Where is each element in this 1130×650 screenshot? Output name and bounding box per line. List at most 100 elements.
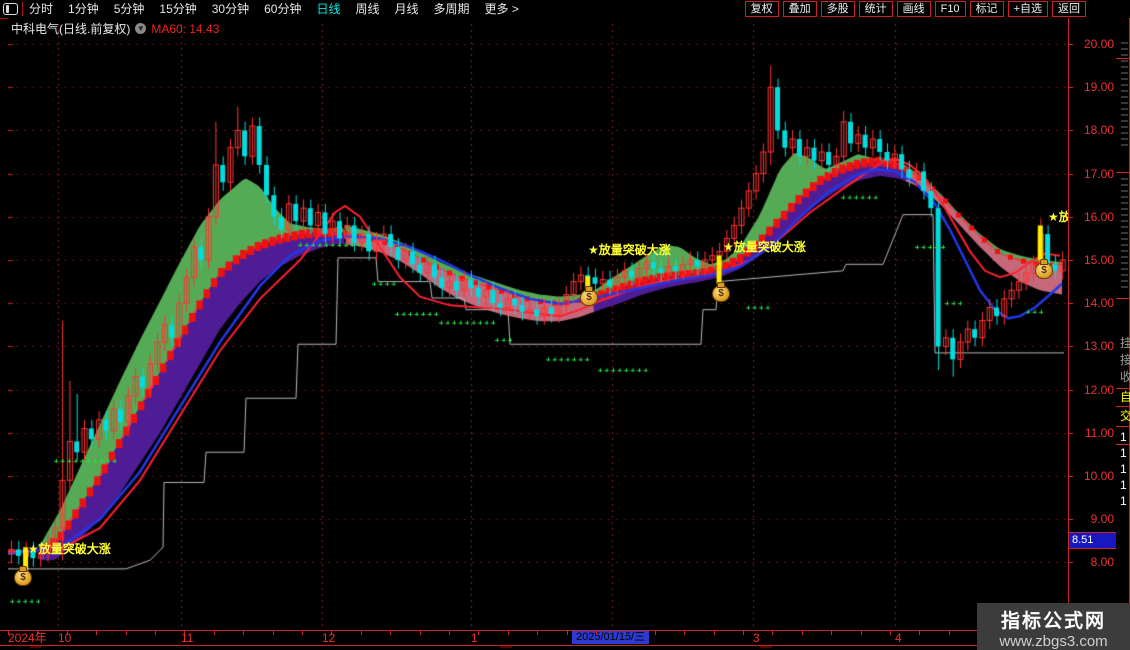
price-axis-label: 10.00 <box>1083 469 1114 483</box>
toolbar-button-6[interactable]: 标记 <box>969 1 1004 17</box>
price-highlight-badge: 8.51 <box>1069 532 1118 550</box>
symbol-title: 中科电气(日线.前复权) <box>11 22 131 36</box>
strip-divider <box>1116 444 1130 445</box>
date-axis-tick <box>449 631 450 635</box>
period-tab-1[interactable]: 1分钟 <box>68 1 99 18</box>
price-axis-label: 17.00 <box>1083 166 1114 181</box>
strip-clipped-label: 接 <box>1120 353 1130 367</box>
period-tab-3[interactable]: 15分钟 <box>159 1 196 18</box>
price-axis-tick <box>1069 130 1073 132</box>
price-axis[interactable]: 20.00 19.00 18.00 17.00 16.00 15.00 14.00 13.00… <box>1068 18 1118 630</box>
strip-clipped-label: 挂 <box>1120 336 1130 350</box>
toolbar-right-buttons: 复权 叠加 多股 统计 画线 F10 标记 +自选 返回 <box>744 1 1130 17</box>
bottom-edge-mark <box>760 646 772 648</box>
price-axis-tick <box>1069 389 1073 391</box>
date-axis-tick <box>596 631 597 635</box>
date-axis-tick <box>214 631 215 635</box>
date-axis-tick <box>537 631 538 635</box>
period-tab-0[interactable]: 分时 <box>29 1 53 18</box>
right-side-strip: 挂接收自交 1 1 1 1 1 <box>1116 18 1130 630</box>
toolbar-button-4[interactable]: 画线 <box>896 1 931 17</box>
price-axis-label: 9.00 <box>1090 512 1114 527</box>
toolbar-button-5[interactable]: F10 <box>934 1 966 17</box>
period-tabs: 分时 1分钟 5分钟 15分钟 30分钟 60分钟 日线 周线 月线 多周期 更多 > <box>29 1 519 18</box>
signal-label: ★放量突破大涨 <box>588 243 671 257</box>
toolbar-button-1[interactable]: 叠加 <box>782 1 817 17</box>
date-axis-tick <box>567 631 568 635</box>
date-axis-label: 2024年 <box>8 631 47 645</box>
trading-terminal: 分时 1分钟 5分钟 15分钟 30分钟 60分钟 日线 周线 月线 多周期 更多 > 复权 叠加 多股… <box>0 0 1130 650</box>
date-axis-tick <box>420 631 421 635</box>
price-axis-tick <box>1069 519 1073 521</box>
strip-clipped-label: 1 <box>1120 462 1127 476</box>
period-tab-7[interactable]: 周线 <box>355 1 379 18</box>
ma60-indicator-value: MA60: 14.43 <box>151 21 220 36</box>
date-axis-label: 1 <box>471 631 478 645</box>
price-axis-label: 11.00 <box>1084 425 1114 440</box>
period-tab-4[interactable]: 30分钟 <box>212 1 249 18</box>
strip-clipped-label: 1 <box>1120 478 1127 492</box>
price-axis-tick <box>1069 260 1073 261</box>
period-tab-2[interactable]: 5分钟 <box>114 1 145 18</box>
strip-divider <box>1116 298 1130 299</box>
date-axis[interactable]: 2025/01/15/三 2024年 10 11 12 1 3 4 <box>0 630 1130 646</box>
strip-clipped-label: 收 <box>1120 370 1130 384</box>
price-axis-label: 12.00 <box>1083 382 1114 397</box>
bottom-edge-mark <box>30 646 42 648</box>
period-tab-10[interactable]: 更多 > <box>485 1 519 18</box>
price-axis-tick <box>1069 432 1073 434</box>
date-axis-label: 4 <box>895 631 902 645</box>
period-tab-8[interactable]: 月线 <box>395 1 419 18</box>
strip-faint-text-block <box>1121 42 1128 148</box>
strip-clipped-label: 1 <box>1120 494 1127 508</box>
watermark-site-name: 指标公式网 <box>1000 611 1106 632</box>
toolbar-button-0[interactable]: 复权 <box>744 1 779 17</box>
money-bag-icon: $ <box>1035 259 1053 279</box>
date-axis-label: 11 <box>181 631 194 645</box>
strip-clipped-label: 交 <box>1120 409 1130 423</box>
money-bag-icon: $ <box>712 282 730 302</box>
chevron-down-icon[interactable]: ▼ <box>135 23 147 34</box>
strip-clipped-label: 1 <box>1120 430 1127 444</box>
toolbar-button-8[interactable]: 返回 <box>1052 1 1086 17</box>
strip-divider <box>1116 426 1130 427</box>
date-axis-tick <box>831 631 832 635</box>
date-highlight-badge: 2025/01/15/三 <box>572 631 650 644</box>
strip-clipped-label: 1 <box>1120 446 1127 460</box>
toolbar-button-3[interactable]: 统计 <box>858 1 893 17</box>
date-axis-tick <box>684 631 685 635</box>
watermark: 指标公式网 www.zbgs3.com <box>977 603 1130 650</box>
price-axis-tick <box>1069 303 1073 305</box>
date-axis-tick <box>949 631 950 635</box>
period-tab-9[interactable]: 多周期 <box>434 1 470 18</box>
date-axis-tick <box>861 631 862 635</box>
bottom-clipped-row <box>0 646 1130 650</box>
date-axis-tick <box>772 631 773 635</box>
price-axis-tick <box>1069 87 1073 89</box>
date-axis-tick <box>126 631 127 635</box>
toolbar-button-2[interactable]: 多股 <box>820 1 855 17</box>
date-axis-tick <box>714 631 715 635</box>
date-axis-tick <box>802 631 803 635</box>
date-axis-tick <box>243 631 244 635</box>
bottom-edge-mark <box>500 646 512 648</box>
price-axis-label: 20.00 <box>1083 37 1114 51</box>
date-axis-tick <box>478 631 479 635</box>
date-axis-tick <box>890 631 891 635</box>
toolbar-button-7[interactable]: +自选 <box>1007 1 1048 17</box>
strip-clipped-label: 自 <box>1120 390 1130 404</box>
period-tab-6[interactable]: 日线 <box>316 1 340 18</box>
period-tab-5[interactable]: 60分钟 <box>264 1 301 18</box>
date-axis-tick <box>655 631 656 635</box>
strip-divider <box>1116 406 1130 407</box>
price-axis-tick <box>1069 346 1073 348</box>
date-axis-tick <box>96 631 97 635</box>
candlestick-chart-canvas[interactable] <box>8 18 1068 630</box>
window-panel-icon[interactable] <box>3 3 18 15</box>
strip-divider <box>1116 388 1130 389</box>
strip-divider <box>1116 172 1130 173</box>
toolbar-divider <box>22 2 23 16</box>
price-axis-label: 19.00 <box>1083 80 1114 95</box>
signal-label: ★放量突破大涨 <box>28 542 111 556</box>
date-axis-tick <box>919 631 920 635</box>
